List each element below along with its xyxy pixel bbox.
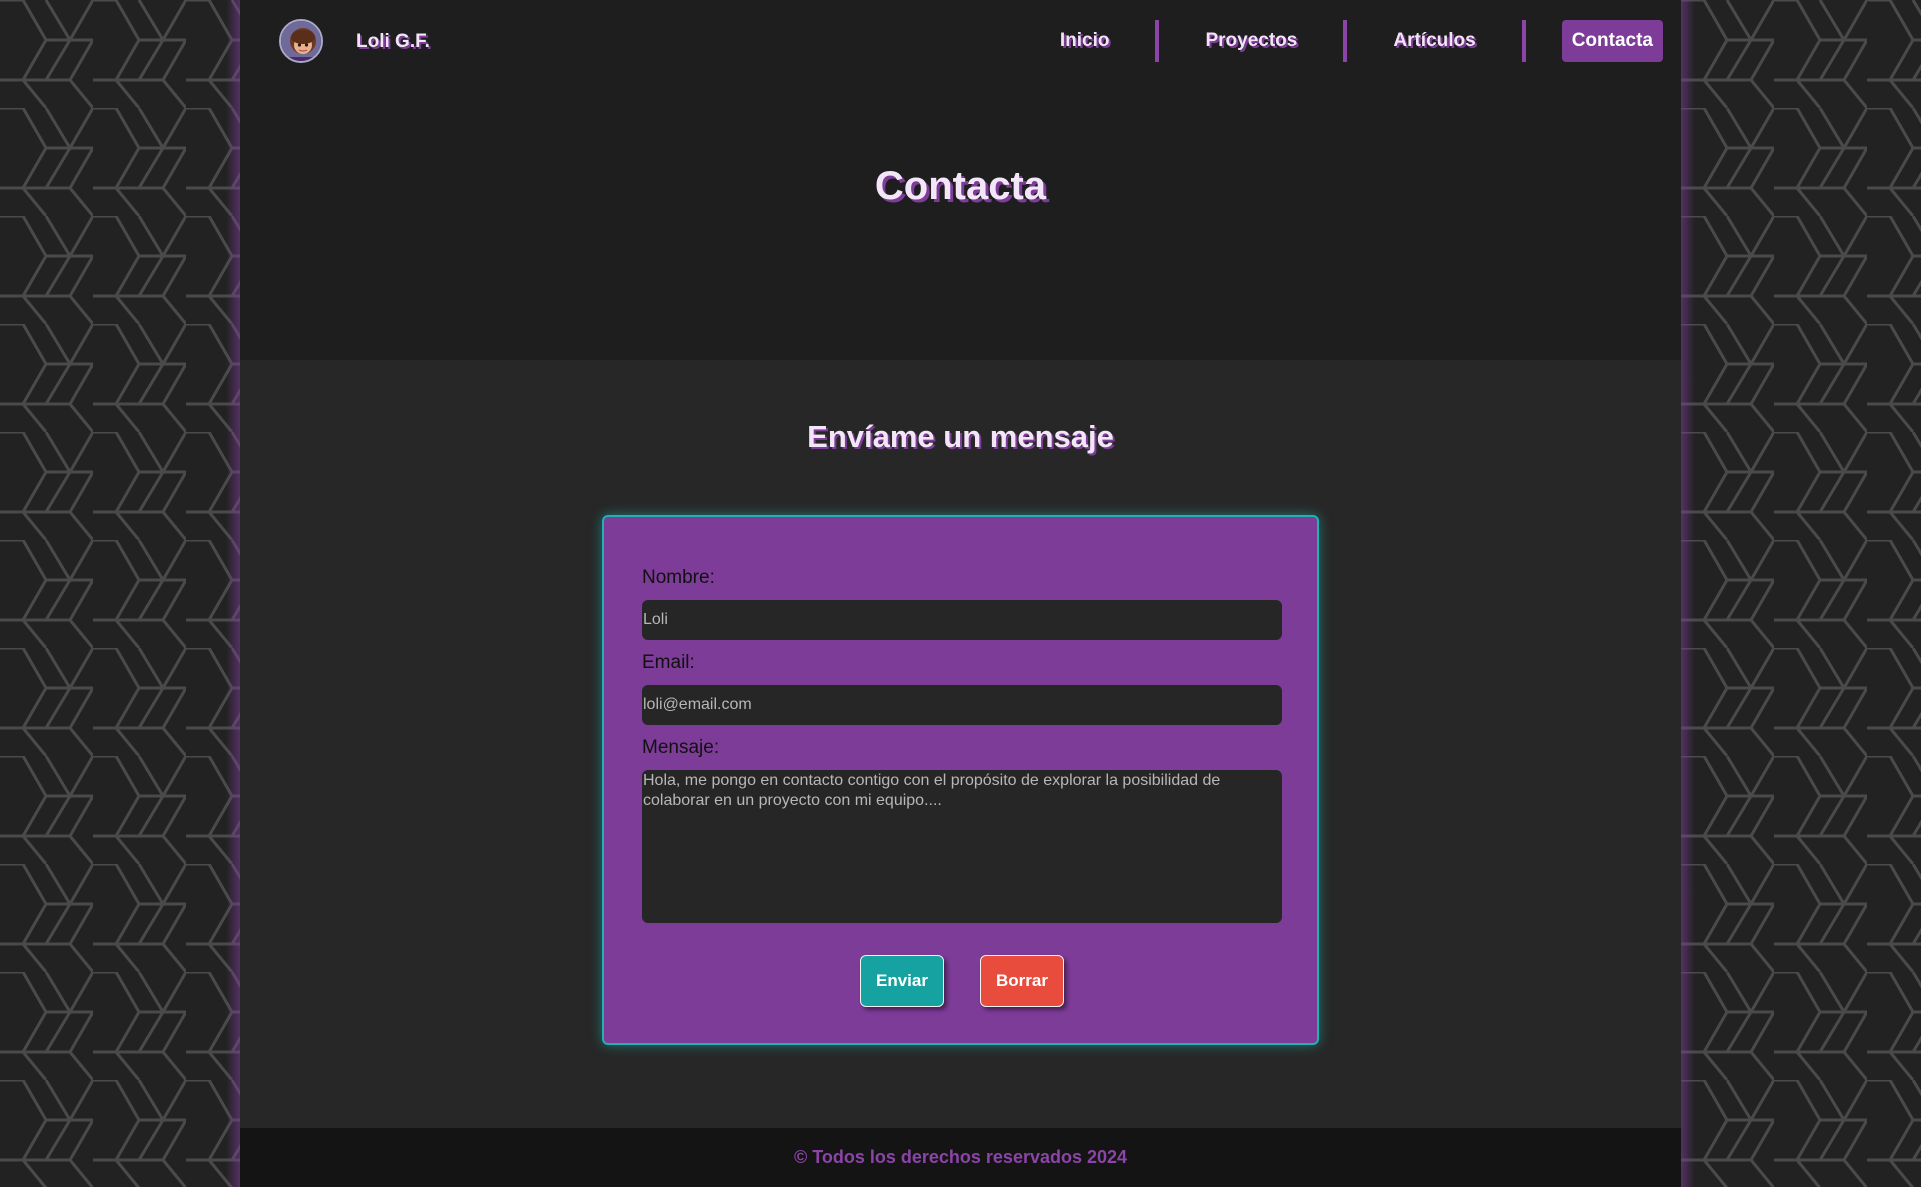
- page-container: Loli G.F. Inicio Proyectos Artículos Con…: [240, 0, 1681, 1187]
- section-title: Envíame un mensaje: [807, 419, 1114, 454]
- site-header: Loli G.F. Inicio Proyectos Artículos Con…: [240, 0, 1681, 84]
- avatar[interactable]: [279, 19, 323, 63]
- brand-name[interactable]: Loli G.F.: [356, 31, 430, 53]
- page-title: Contacta: [874, 164, 1047, 208]
- name-input[interactable]: Loli: [642, 600, 1282, 640]
- email-label: Email:: [642, 652, 695, 673]
- clear-button[interactable]: Borrar: [980, 955, 1064, 1007]
- message-textarea[interactable]: Hola, me pongo en contacto contigo con e…: [642, 770, 1282, 923]
- nav-link-proyectos[interactable]: Proyectos: [1195, 20, 1307, 62]
- glow-edge-left: [226, 0, 240, 1187]
- avatar-image: [281, 21, 321, 61]
- main-nav: Inicio Proyectos Artículos Contacta: [1050, 20, 1663, 62]
- nav-separator: [1343, 20, 1348, 62]
- nav-link-articulos[interactable]: Artículos: [1383, 20, 1485, 62]
- nav-separator: [1155, 20, 1160, 62]
- nav-link-inicio[interactable]: Inicio: [1050, 20, 1120, 62]
- contact-form: Nombre: Loli Email: loli@email.com Mensa…: [602, 515, 1319, 1045]
- site-footer: © Todos los derechos reservados 2024: [240, 1128, 1681, 1187]
- email-input[interactable]: loli@email.com: [642, 685, 1282, 725]
- background-pattern-right: [1681, 0, 1921, 1187]
- glow-edge-right: [1681, 0, 1695, 1187]
- message-label: Mensaje:: [642, 737, 720, 758]
- copyright-text: © Todos los derechos reservados 2024: [793, 1147, 1128, 1167]
- name-label: Nombre:: [642, 567, 715, 588]
- nav-separator: [1521, 20, 1526, 62]
- send-button[interactable]: Enviar: [860, 955, 944, 1007]
- nav-link-contacta[interactable]: Contacta: [1561, 20, 1663, 62]
- background-pattern-left: [0, 0, 240, 1187]
- contact-section: Envíame un mensaje Nombre: Loli Email: l…: [240, 360, 1681, 1128]
